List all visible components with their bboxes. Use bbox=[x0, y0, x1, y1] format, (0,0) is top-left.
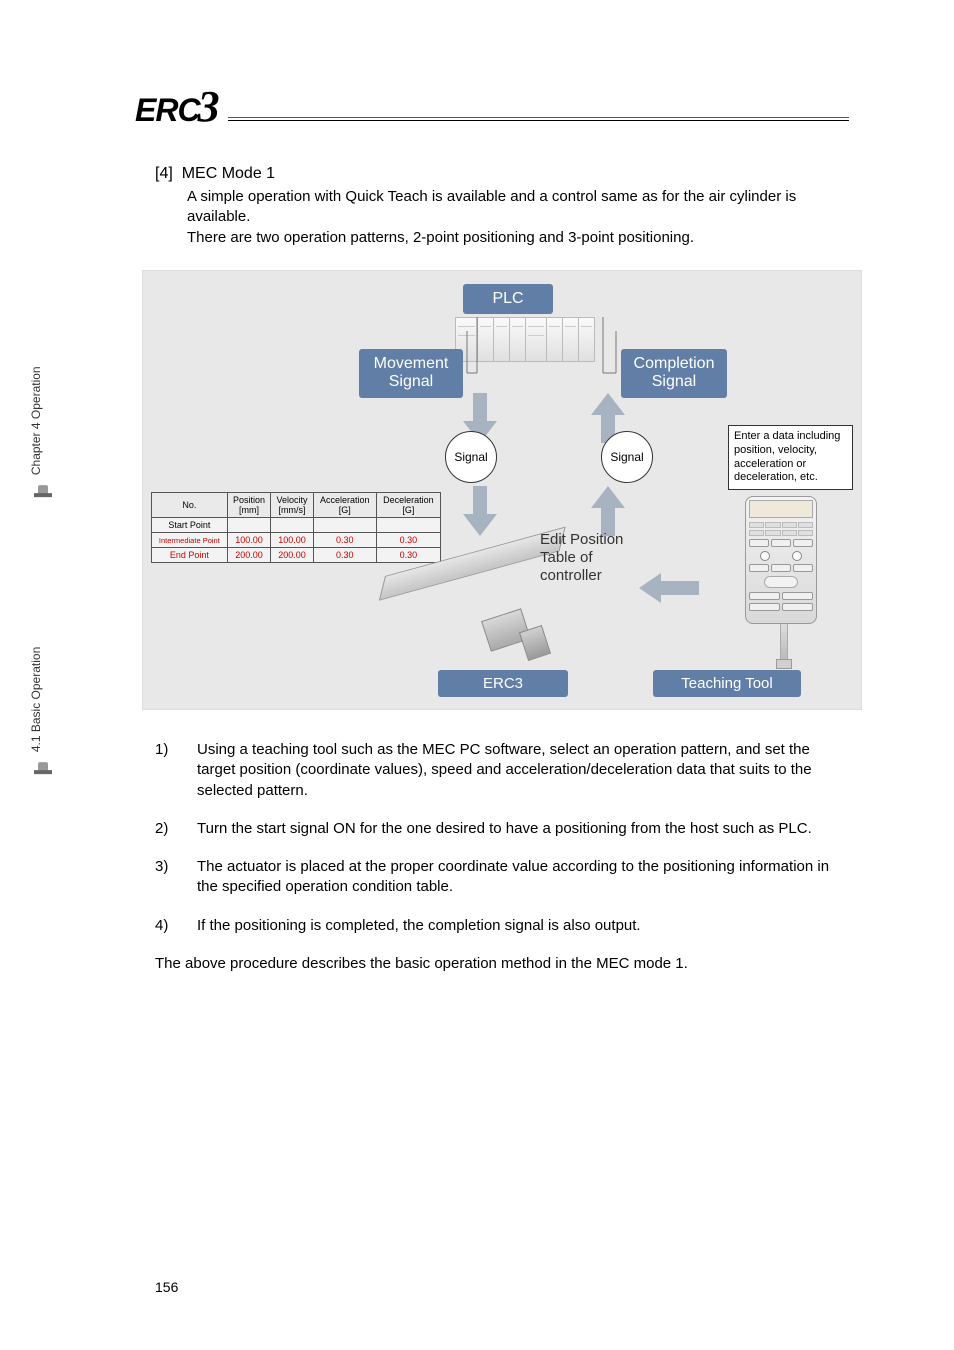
header-rule bbox=[228, 117, 849, 130]
table-row: Start Point bbox=[152, 518, 441, 533]
step-num: 1) bbox=[155, 740, 197, 801]
logo-prefix: ERC bbox=[135, 92, 200, 129]
th-decel: Deceleration [G] bbox=[376, 493, 440, 518]
row0-c0 bbox=[227, 518, 271, 533]
table-row: Intermediate Point 100.00 100.00 0.30 0.… bbox=[152, 533, 441, 548]
arrow-down-2-icon bbox=[463, 486, 497, 536]
step-num: 3) bbox=[155, 857, 197, 898]
step-num: 2) bbox=[155, 819, 197, 839]
edit-l3: controller bbox=[540, 567, 602, 584]
side-tabs: 4.1 Basic Operation Chapter 4 Operation bbox=[26, 360, 50, 758]
row1-c0: 100.00 bbox=[227, 533, 271, 548]
position-table: No. Position [mm] Velocity [mm/s] Accele… bbox=[151, 492, 441, 563]
th-position: Position [mm] bbox=[227, 493, 271, 518]
list-item: 2) Turn the start signal ON for the one … bbox=[155, 819, 849, 839]
actuator-icon bbox=[375, 556, 555, 676]
closing-text: The above procedure describes the basic … bbox=[155, 954, 849, 974]
teaching-pendant-icon bbox=[745, 496, 823, 666]
teaching-tool-badge: Teaching Tool bbox=[653, 670, 801, 697]
intro-line-2: There are two operation patterns, 2-poin… bbox=[187, 228, 849, 248]
edit-l2: Table of bbox=[540, 549, 593, 566]
row1-c2: 0.30 bbox=[313, 533, 376, 548]
table-header-row: No. Position [mm] Velocity [mm/s] Accele… bbox=[152, 493, 441, 518]
list-item: 3) The actuator is placed at the proper … bbox=[155, 857, 849, 898]
section-tag: [4] bbox=[155, 165, 173, 182]
row2-c2: 0.30 bbox=[313, 548, 376, 563]
section-title: MEC Mode 1 bbox=[182, 165, 275, 182]
section-heading: [4] MEC Mode 1 bbox=[155, 165, 849, 183]
note-box: Enter a data including position, velocit… bbox=[728, 425, 853, 490]
section-intro: A simple operation with Quick Teach is a… bbox=[187, 187, 849, 248]
step-text: The actuator is placed at the proper coo… bbox=[197, 857, 849, 898]
list-item: 4) If the positioning is completed, the … bbox=[155, 916, 849, 936]
row2-label: End Point bbox=[152, 548, 228, 563]
edit-position-text: Edit Position Table of controller bbox=[540, 531, 623, 585]
page-number: 156 bbox=[155, 1279, 178, 1295]
step-text: Using a teaching tool such as the MEC PC… bbox=[197, 740, 849, 801]
logo: ERC 3 bbox=[135, 92, 220, 129]
move-sig-l2: Signal bbox=[389, 373, 433, 390]
erc3-badge: ERC3 bbox=[438, 670, 568, 697]
move-sig-l1: Movement bbox=[374, 355, 449, 372]
step-text: If the positioning is completed, the com… bbox=[197, 916, 849, 936]
plc-wires bbox=[453, 311, 633, 381]
row1-c3: 0.30 bbox=[376, 533, 440, 548]
row0-c3 bbox=[376, 518, 440, 533]
signal-circle-left: Signal bbox=[445, 431, 497, 483]
row2-c1: 200.00 bbox=[271, 548, 313, 563]
completion-signal-label: Completion Signal bbox=[621, 349, 727, 398]
logo-suffix: 3 bbox=[198, 92, 220, 123]
list-item: 1) Using a teaching tool such as the MEC… bbox=[155, 740, 849, 801]
arrow-left-icon bbox=[639, 573, 699, 603]
row1-c1: 100.00 bbox=[271, 533, 313, 548]
side-tab-basic-operation: 4.1 Basic Operation bbox=[26, 641, 50, 758]
step-list: 1) Using a teaching tool such as the MEC… bbox=[155, 740, 849, 974]
row0-label: Start Point bbox=[152, 518, 228, 533]
row0-c1 bbox=[271, 518, 313, 533]
mec-mode-diagram: PLC Movement Signal Completion Signal bbox=[142, 270, 862, 710]
signal-circle-right: Signal bbox=[601, 431, 653, 483]
main-content: [4] MEC Mode 1 A simple operation with Q… bbox=[155, 165, 849, 248]
step-num: 4) bbox=[155, 916, 197, 936]
plc-label: PLC bbox=[463, 284, 553, 314]
comp-sig-l2: Signal bbox=[652, 373, 696, 390]
page-header: ERC 3 bbox=[135, 92, 849, 129]
movement-signal-label: Movement Signal bbox=[359, 349, 463, 398]
row0-c2 bbox=[313, 518, 376, 533]
row2-c0: 200.00 bbox=[227, 548, 271, 563]
comp-sig-l1: Completion bbox=[634, 355, 715, 372]
arrow-up-2-icon bbox=[591, 486, 625, 536]
side-tab-chapter: Chapter 4 Operation bbox=[26, 360, 50, 481]
intro-line-1: A simple operation with Quick Teach is a… bbox=[187, 187, 849, 228]
step-text: Turn the start signal ON for the one des… bbox=[197, 819, 849, 839]
edit-l1: Edit Position bbox=[540, 531, 623, 548]
th-accel: Acceleration [G] bbox=[313, 493, 376, 518]
th-no: No. bbox=[152, 493, 228, 518]
row1-label: Intermediate Point bbox=[152, 533, 228, 548]
th-velocity: Velocity [mm/s] bbox=[271, 493, 313, 518]
